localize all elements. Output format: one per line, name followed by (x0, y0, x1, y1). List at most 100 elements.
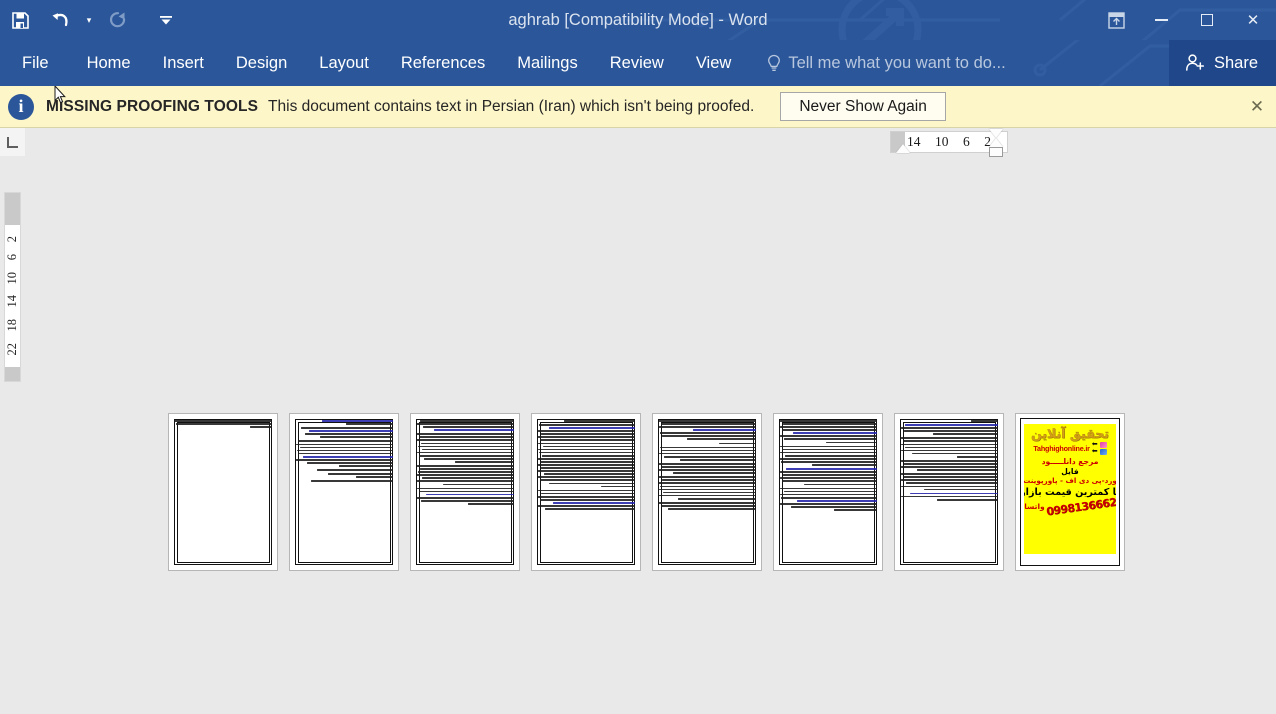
first-line-indent-triangle-icon (989, 129, 1003, 138)
paragraph (779, 468, 877, 486)
ad-line-3: فایل (1061, 466, 1079, 476)
ad-website-row: Tahghighonline.ir ⬅ ⬅ (1024, 441, 1116, 456)
never-show-again-button[interactable]: Never Show Again (780, 91, 946, 122)
tell-me-search[interactable]: Tell me what you want to do... (767, 53, 1006, 73)
paragraph (295, 440, 393, 467)
indent-box-icon (989, 147, 1003, 157)
tab-layout[interactable]: Layout (303, 40, 385, 86)
maximize-icon (1201, 14, 1213, 26)
paragraph (416, 433, 514, 463)
paragraph (900, 459, 998, 471)
paragraph (295, 427, 393, 439)
info-icon: i (8, 93, 34, 120)
vertical-ruler-bottom-margin (5, 367, 20, 381)
paragraph (900, 424, 998, 435)
arrow-icons: ⬅ ⬅ (1092, 441, 1098, 454)
left-indent-triangle-icon (896, 144, 910, 153)
maximize-button[interactable] (1184, 2, 1230, 38)
page-thumbnail-6[interactable] (773, 413, 883, 571)
paragraph (779, 487, 877, 511)
paragraph (295, 469, 393, 471)
minimize-button[interactable] (1138, 2, 1184, 38)
title-bar: ▾ aghrab [Compatibility Mode] - Word ✕ (0, 0, 1276, 40)
share-button[interactable]: Share (1168, 40, 1276, 86)
tab-references[interactable]: References (385, 40, 501, 86)
page-content-2 (295, 419, 393, 565)
tab-view[interactable]: View (680, 40, 747, 86)
paragraph (900, 473, 998, 491)
paragraph (174, 420, 272, 428)
left-tab-stop-icon (7, 136, 18, 148)
tab-home[interactable]: Home (71, 40, 147, 86)
paragraph (295, 473, 393, 479)
page-thumbnail-5[interactable] (652, 413, 762, 571)
tab-insert[interactable]: Insert (147, 40, 220, 86)
hanging-indent-triangle-icon (989, 138, 1003, 147)
vertical-ruler[interactable]: 2 6 10 14 18 22 (4, 200, 21, 382)
tab-file[interactable]: File (0, 40, 71, 86)
close-window-button[interactable]: ✕ (1230, 2, 1276, 38)
ad-phone-number: 09981366624 (1045, 494, 1116, 519)
page-thumbnail-2[interactable] (289, 413, 399, 571)
page-thumbnail-4[interactable] (531, 413, 641, 571)
window-title: aghrab [Compatibility Mode] - Word (508, 11, 768, 29)
hruler-tick-6: 6 (963, 134, 970, 149)
paragraph (658, 420, 756, 441)
paragraph (416, 465, 514, 486)
missing-proofing-tools-bar: i MISSING PROOFING TOOLS This document c… (0, 86, 1276, 128)
lightbulb-icon (768, 54, 781, 71)
ad-line-4: ورد-پی دی اف - پاورپوینت (1024, 476, 1116, 486)
paragraph (900, 492, 998, 501)
horizontal-ruler-ticks: 14 10 6 2 (907, 132, 995, 152)
tab-mailings[interactable]: Mailings (501, 40, 594, 86)
right-indent-box-marker[interactable] (989, 147, 1003, 157)
first-line-indent-marker[interactable] (989, 129, 1003, 138)
close-icon: ✕ (1246, 12, 1260, 29)
paragraph (537, 420, 635, 422)
paragraph (658, 501, 756, 510)
tab-stop-selector-button[interactable] (0, 128, 25, 156)
ad-line-2: مرجع دانلـــــود (1041, 456, 1099, 466)
ad-website: Tahghighonline.ir (1033, 444, 1090, 454)
page-content-6 (779, 419, 877, 565)
vertical-ruler-top-margin (5, 201, 20, 225)
paragraph (658, 442, 756, 445)
dismiss-notification-button[interactable]: ✕ (1244, 94, 1270, 120)
page-content-3 (416, 419, 514, 565)
vruler-tick-10: 10 (5, 271, 20, 285)
ad-title: تحقیق آنلاین (1031, 426, 1110, 441)
paragraph (416, 420, 514, 431)
tab-review[interactable]: Review (594, 40, 680, 86)
tab-design[interactable]: Design (220, 40, 303, 86)
paragraph (900, 420, 998, 422)
page-thumbnail-8-advertisement[interactable]: تحقیق آنلاین Tahghighonline.ir ⬅ ⬅ مرجع … (1015, 413, 1125, 571)
ribbon-tabs: File Home Insert Design Layout Reference… (0, 40, 747, 86)
notification-title: MISSING PROOFING TOOLS (46, 97, 259, 115)
paragraph (295, 420, 393, 425)
vruler-tick-6: 6 (5, 253, 20, 261)
vruler-tick-14: 14 (5, 295, 20, 308)
tell-me-label: Tell me what you want to do... (788, 53, 1006, 72)
vruler-tick-2a: 2 (5, 236, 20, 243)
paragraph (658, 463, 756, 474)
page-content-1 (174, 419, 272, 565)
left-indent-marker[interactable] (896, 144, 910, 153)
share-label: Share (1213, 53, 1258, 72)
paragraph (900, 437, 998, 458)
ad-contact-row: واتساپ 09981366624 (1024, 495, 1116, 519)
page-thumbnail-7[interactable] (894, 413, 1004, 571)
vruler-tick-22: 22 (5, 343, 20, 356)
hanging-indent-marker[interactable] (989, 138, 1003, 147)
vertical-ruler-ticks: 2 6 10 14 18 22 (5, 225, 20, 367)
ribbon-display-options-icon (1107, 11, 1125, 29)
ad-whatsapp-label: واتساپ (1024, 502, 1045, 512)
page-thumbnails: تحقیق آنلاین Tahghighonline.ir ⬅ ⬅ مرجع … (168, 413, 1125, 571)
page-content-7 (900, 419, 998, 565)
paragraph (537, 489, 635, 510)
minimize-icon (1154, 19, 1168, 21)
page-thumbnail-1[interactable] (168, 413, 278, 571)
page-thumbnail-3[interactable] (410, 413, 520, 571)
paragraph (295, 480, 393, 483)
page-content-5 (658, 419, 756, 565)
ribbon-display-options-button[interactable] (1094, 2, 1138, 38)
